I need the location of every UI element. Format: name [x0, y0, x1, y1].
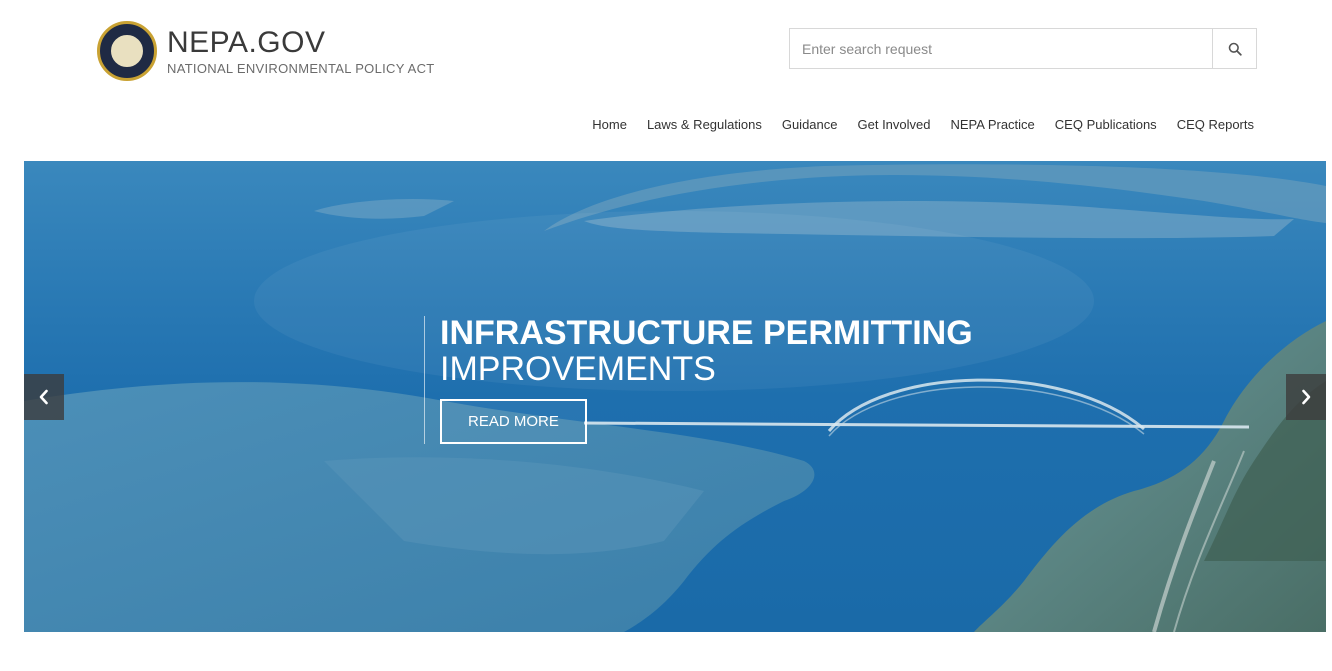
nav-item-laws-regulations[interactable]: Laws & Regulations — [647, 117, 762, 132]
chevron-right-icon — [1302, 389, 1311, 405]
hero-carousel: INFRASTRUCTURE PERMITTING IMPROVEMENTS R… — [24, 161, 1326, 632]
logo-text: NEPA.GOV NATIONAL ENVIRONMENTAL POLICY A… — [167, 25, 435, 76]
site-logo[interactable]: NEPA.GOV NATIONAL ENVIRONMENTAL POLICY A… — [97, 21, 435, 81]
hero-caption: INFRASTRUCTURE PERMITTING IMPROVEMENTS R… — [424, 314, 973, 445]
read-more-button[interactable]: READ MORE — [440, 399, 587, 445]
chevron-left-icon — [39, 389, 48, 405]
search-input[interactable] — [790, 29, 1212, 68]
site-subtitle: NATIONAL ENVIRONMENTAL POLICY ACT — [167, 60, 435, 76]
seal-center — [109, 33, 145, 69]
search-bar — [789, 28, 1257, 69]
carousel-next-button[interactable] — [1286, 374, 1326, 420]
nav-item-guidance[interactable]: Guidance — [782, 117, 838, 132]
site-header: NEPA.GOV NATIONAL ENVIRONMENTAL POLICY A… — [0, 0, 1332, 160]
carousel-prev-button[interactable] — [24, 374, 64, 420]
search-button[interactable] — [1212, 29, 1256, 68]
site-title: NEPA.GOV — [167, 25, 326, 59]
hero-subheadline: IMPROVEMENTS — [440, 349, 716, 388]
nav-item-nepa-practice[interactable]: NEPA Practice — [951, 117, 1035, 132]
hero-headline: INFRASTRUCTURE PERMITTING — [440, 314, 973, 352]
nav-item-get-involved[interactable]: Get Involved — [858, 117, 931, 132]
search-icon — [1228, 42, 1242, 56]
nav-item-ceq-publications[interactable]: CEQ Publications — [1055, 117, 1157, 132]
main-nav: Home Laws & Regulations Guidance Get Inv… — [572, 117, 1254, 132]
ceq-seal-logo — [97, 21, 157, 81]
nav-item-ceq-reports[interactable]: CEQ Reports — [1177, 117, 1254, 132]
nav-item-home[interactable]: Home — [592, 117, 627, 132]
